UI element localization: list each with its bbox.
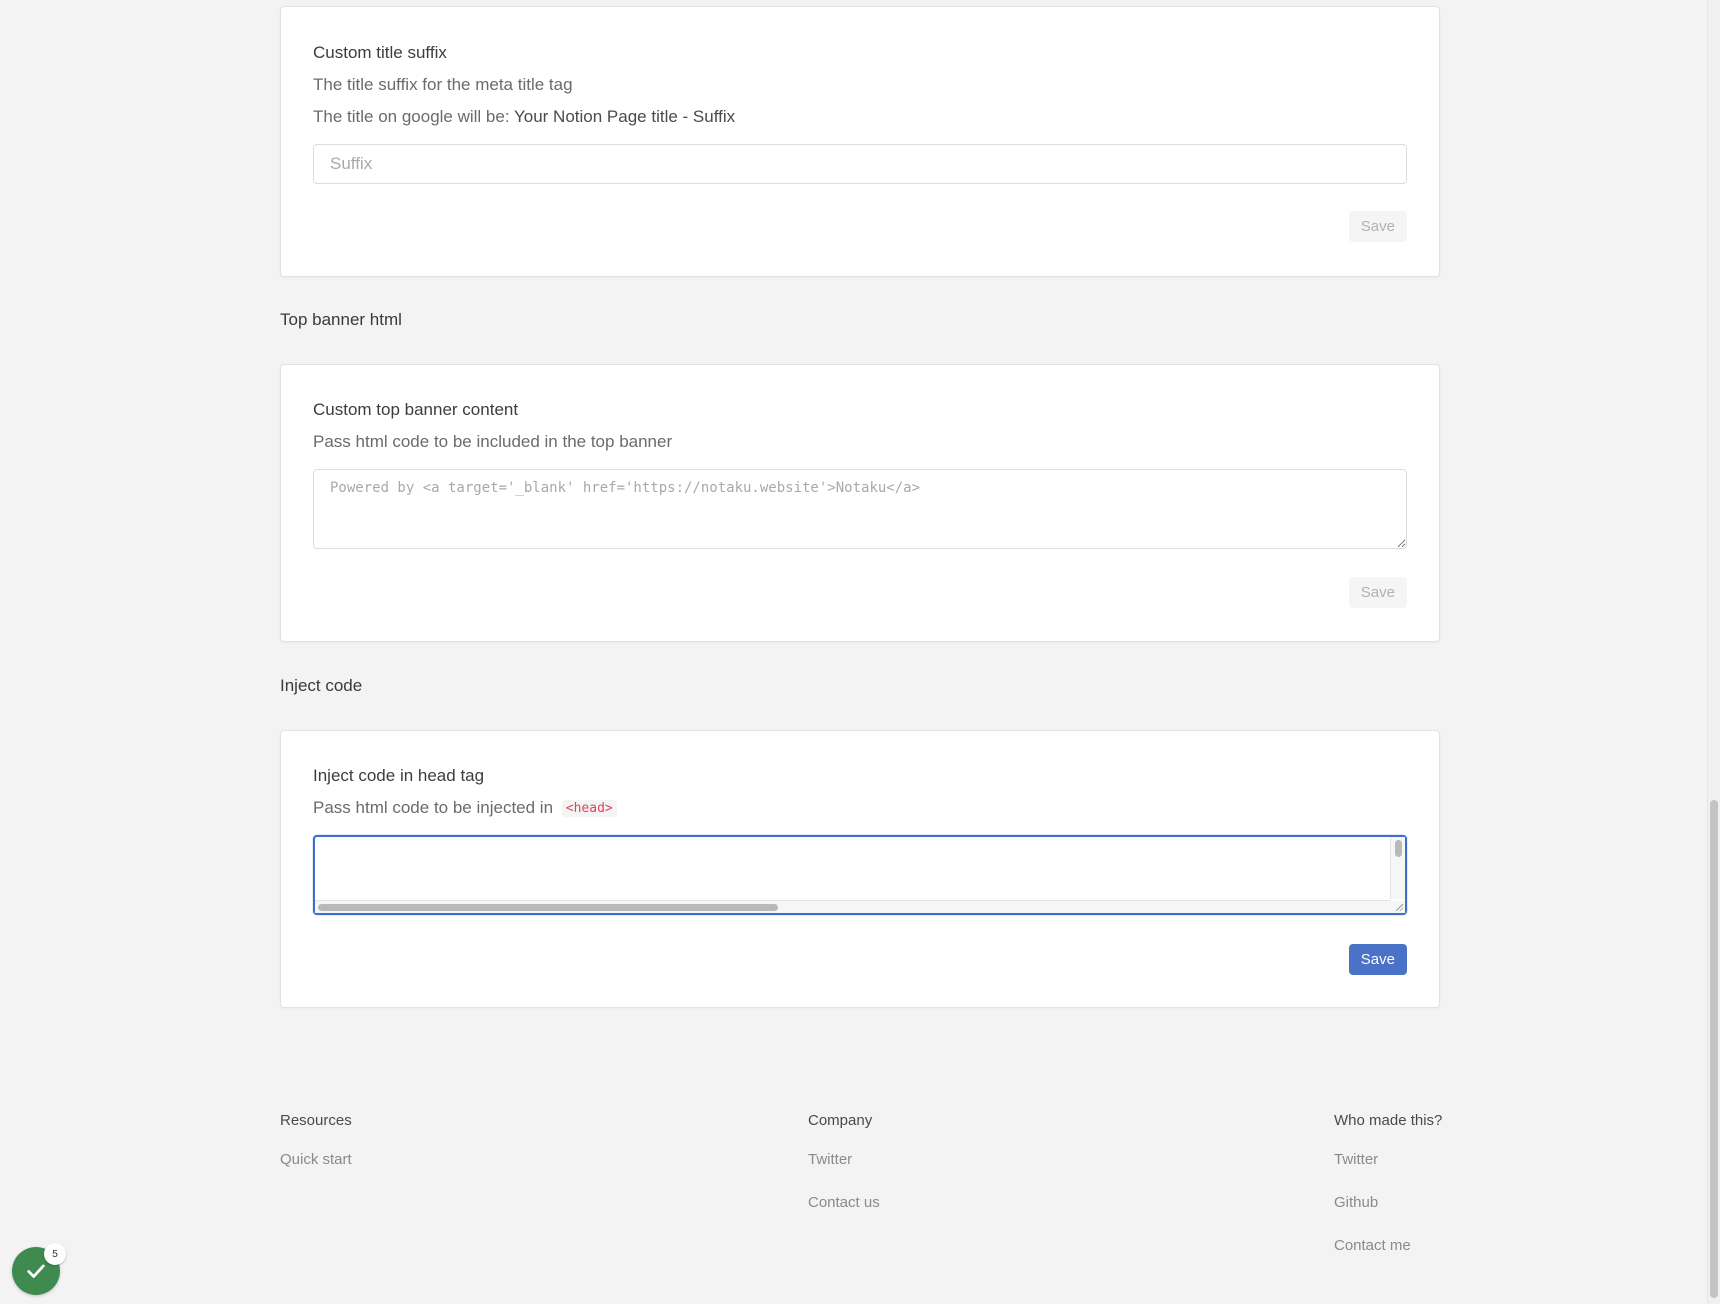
- editor-vertical-scrollbar[interactable]: [1390, 837, 1405, 899]
- editor-horizontal-scrollbar[interactable]: [315, 900, 1391, 913]
- footer-link-maker-twitter[interactable]: Twitter: [1334, 1151, 1442, 1168]
- page-scrollbar-thumb[interactable]: [1710, 800, 1718, 1298]
- footer-link-github[interactable]: Github: [1334, 1194, 1442, 1211]
- inject-card-title: Inject code in head tag: [313, 766, 485, 785]
- google-title-prefix: The title on google will be:: [313, 107, 510, 126]
- top-banner-section-heading: Top banner html: [280, 310, 402, 329]
- footer-company-column: Company Twitter Contact us: [808, 1112, 880, 1237]
- footer-maker-heading: Who made this?: [1334, 1112, 1443, 1129]
- suffix-card-title: Custom title suffix: [313, 43, 447, 62]
- status-count-badge: 5: [44, 1243, 66, 1265]
- banner-card-description: Pass html code to be included in the top…: [313, 432, 673, 451]
- footer-link-contact-us[interactable]: Contact us: [808, 1194, 880, 1211]
- google-title-preview: The title on google will be: Your Notion…: [313, 107, 735, 127]
- inject-head-card: Inject code in head tag Pass html code t…: [280, 730, 1440, 1008]
- top-banner-html-textarea[interactable]: [313, 469, 1407, 549]
- inject-code-section-heading: Inject code: [280, 676, 363, 695]
- checkmark-icon: [25, 1260, 47, 1282]
- suffix-save-button[interactable]: Save: [1348, 211, 1407, 242]
- suffix-settings-card: Custom title suffix The title suffix for…: [280, 6, 1440, 277]
- footer-link-company-twitter[interactable]: Twitter: [808, 1151, 880, 1168]
- footer-link-contact-me[interactable]: Contact me: [1334, 1237, 1442, 1254]
- banner-save-button[interactable]: Save: [1348, 577, 1407, 608]
- page-scrollbar[interactable]: [1707, 0, 1720, 1304]
- footer-link-quick-start[interactable]: Quick start: [280, 1151, 352, 1168]
- footer-resources-column: Resources Quick start: [280, 1112, 352, 1194]
- footer-maker-column: Who made this? Twitter Github Contact me: [1334, 1112, 1442, 1280]
- footer-resources-heading: Resources: [280, 1112, 352, 1129]
- inject-save-button[interactable]: Save: [1348, 944, 1407, 975]
- footer-company-heading: Company: [808, 1112, 873, 1129]
- inject-card-description: Pass html code to be injected in <head>: [313, 798, 617, 818]
- google-title-example: Your Notion Page title - Suffix: [513, 107, 736, 126]
- top-banner-card: Custom top banner content Pass html code…: [280, 364, 1440, 642]
- suffix-input[interactable]: [313, 144, 1407, 184]
- banner-card-title: Custom top banner content: [313, 400, 519, 419]
- head-code-editor: [313, 835, 1407, 915]
- inject-description-text: Pass html code to be injected in: [313, 798, 554, 817]
- editor-resize-handle[interactable]: [1391, 901, 1405, 913]
- suffix-card-description: The title suffix for the meta title tag: [313, 75, 573, 94]
- head-code-tag: <head>: [561, 800, 617, 817]
